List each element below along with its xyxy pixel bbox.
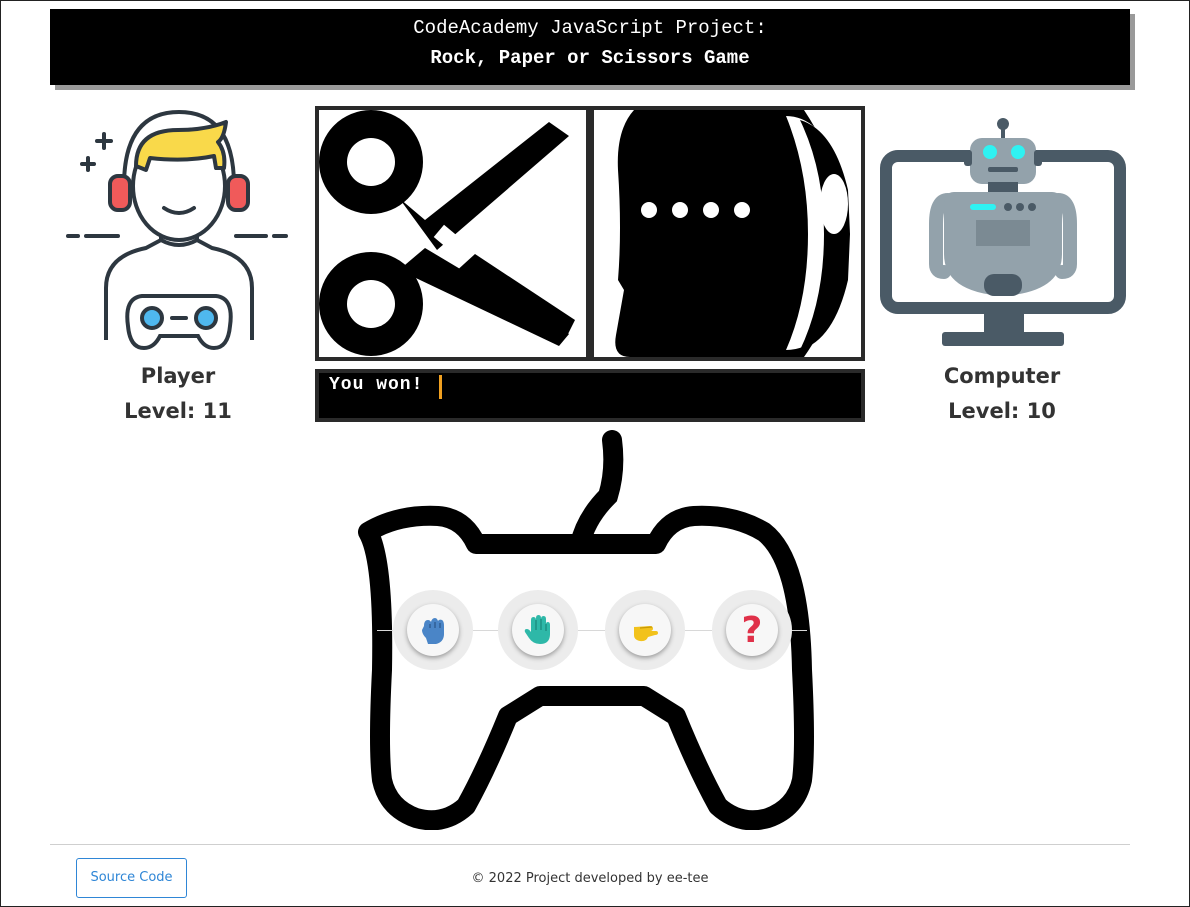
player-choice: [319, 110, 586, 357]
player-name: Player: [140, 364, 216, 388]
header-title: Rock, Paper or Scissors Game: [430, 47, 750, 69]
computer-name: Computer: [943, 364, 1061, 388]
text-cursor: [439, 375, 442, 399]
rock-button[interactable]: [393, 590, 473, 670]
computer-level: Level: 10: [948, 399, 1056, 423]
choices-panel: [315, 106, 865, 361]
paper-roll-icon: [615, 110, 850, 357]
fist-icon: [422, 618, 444, 644]
computer-avatar: [880, 114, 1126, 364]
result-display: You won!: [315, 369, 865, 422]
player-avatar: [66, 108, 290, 362]
paper-button-face[interactable]: [512, 604, 564, 656]
footer-divider: [50, 844, 1130, 845]
victory-hand-icon: [634, 626, 658, 642]
scissors-button[interactable]: [605, 590, 685, 670]
random-button-face[interactable]: ?: [726, 604, 778, 656]
random-button[interactable]: ?: [712, 590, 792, 670]
computer-choice: [594, 110, 861, 357]
question-icon: ?: [741, 609, 763, 651]
open-hand-icon: [524, 615, 550, 644]
page-header: CodeAcademy JavaScript Project: Rock, Pa…: [50, 9, 1130, 85]
copyright-text: © 2022 Project developed by ee-tee: [471, 871, 709, 886]
scissors-icon: [319, 110, 575, 356]
scissors-button-face[interactable]: [619, 604, 671, 656]
paper-button[interactable]: [498, 590, 578, 670]
player-level: Level: 11: [124, 399, 232, 423]
rock-button-face[interactable]: [407, 604, 459, 656]
header-subtitle: CodeAcademy JavaScript Project:: [413, 17, 767, 39]
result-text: You won!: [329, 375, 424, 395]
